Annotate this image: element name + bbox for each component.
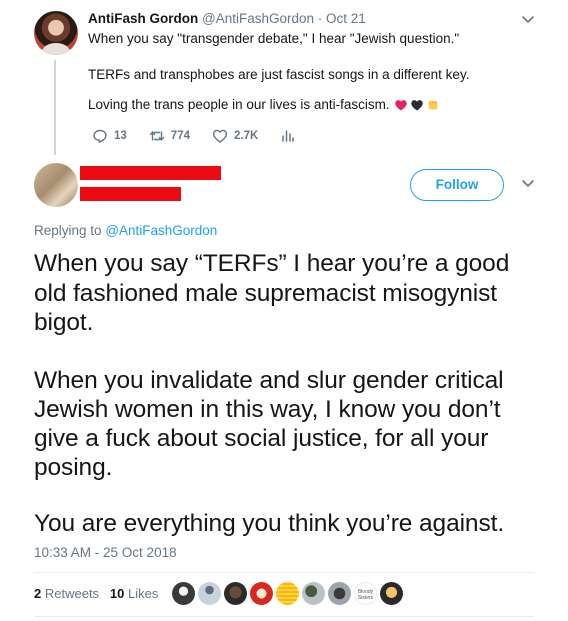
parent-tweet-line-text: Loving the trans people in our lives is …	[88, 97, 390, 112]
parent-author-handle[interactable]: @AntiFashGordon	[202, 11, 314, 26]
likes-label: Likes	[128, 586, 159, 601]
heart-icon	[212, 129, 228, 143]
liker-avatar[interactable]	[198, 582, 221, 605]
parent-tweet[interactable]: AntiFash Gordon @AntiFashGordon · Oct 21…	[0, 0, 568, 160]
divider	[34, 616, 534, 617]
retweet-icon	[149, 131, 164, 141]
tweet-text-line: When you invalidate and slur gender crit…	[34, 367, 504, 394]
red-heart-icon	[394, 100, 407, 111]
tweet-text-line: posing.	[34, 454, 113, 481]
tweet-text-line: old fashioned male supremacist misogynis…	[34, 280, 497, 307]
liker-avatar[interactable]	[250, 582, 273, 605]
reply-action[interactable]: 13	[92, 128, 127, 144]
replying-to-label: Replying to	[34, 223, 102, 238]
liker-avatar[interactable]	[380, 582, 403, 605]
likers-avatars: Bloody Sisters	[172, 582, 403, 606]
like-count: 2.7K	[233, 130, 259, 142]
parent-author-name[interactable]: AntiFash Gordon	[88, 11, 198, 26]
parent-tweet-line: TERFs and transphobes are just fascist s…	[88, 67, 470, 82]
engagement-stats: 2 Retweets 10 Likes	[34, 586, 158, 601]
chevron-down-icon[interactable]	[521, 12, 535, 26]
liker-avatar[interactable]	[302, 582, 325, 605]
retweet-action[interactable]: 774	[149, 128, 190, 144]
emoji-group	[394, 98, 440, 112]
redacted-author-handle	[80, 187, 181, 201]
likes-count: 10	[109, 586, 125, 601]
divider	[34, 572, 534, 573]
replying-to: Replying to @AntiFashGordon	[34, 223, 217, 238]
tweet-text-line: Jewish women in this way, I know you don…	[34, 396, 501, 423]
tweet-text-line: When you say “TERFs” I hear you’re a goo…	[34, 250, 510, 277]
like-action[interactable]: 2.7K	[212, 128, 258, 144]
replying-to-handle[interactable]: @AntiFashGordon	[105, 223, 217, 238]
raised-fist-icon	[428, 101, 438, 110]
retweet-count: 774	[170, 130, 190, 142]
parent-tweet-line: When you say "transgender debate," I hea…	[88, 31, 460, 46]
likes-stat[interactable]: 10 Likes	[110, 586, 158, 601]
retweets-label: Retweets	[44, 586, 100, 601]
thread-connector	[54, 60, 56, 155]
author-avatar[interactable]	[34, 163, 78, 207]
retweets-count: 2	[34, 586, 42, 601]
retweets-stat[interactable]: 2 Retweets	[34, 586, 99, 601]
liker-avatar[interactable]	[328, 582, 351, 605]
reply-count: 13	[114, 130, 127, 142]
parent-avatar[interactable]	[34, 11, 78, 55]
analytics-action[interactable]	[280, 128, 296, 144]
tweet-text-line: You are everything you think you’re agai…	[34, 510, 505, 537]
tweet-timestamp[interactable]: 10:33 AM - 25 Oct 2018	[34, 545, 177, 560]
redacted-author-name	[80, 166, 221, 180]
follow-button[interactable]: Follow	[410, 169, 504, 201]
tweet-text-line: give a fuck about social justice, for al…	[34, 425, 489, 452]
chevron-down-icon[interactable]	[521, 176, 535, 190]
liker-avatar[interactable]: Bloody Sisters	[354, 582, 377, 605]
parent-tweet-date[interactable]: · Oct 21	[318, 11, 366, 26]
reply-icon	[93, 129, 107, 143]
liker-avatar[interactable]	[224, 582, 247, 605]
liker-avatar[interactable]	[172, 582, 195, 605]
liker-avatar[interactable]	[276, 582, 299, 605]
parent-tweet-header: AntiFash Gordon @AntiFashGordon · Oct 21	[88, 11, 366, 26]
tweet-text-line: bigot.	[34, 309, 94, 336]
black-heart-icon	[410, 100, 423, 111]
parent-tweet-line: Loving the trans people in our lives is …	[88, 96, 440, 114]
parent-tweet-actions: 13 774 2.7K	[92, 128, 318, 144]
analytics-icon	[282, 130, 295, 142]
